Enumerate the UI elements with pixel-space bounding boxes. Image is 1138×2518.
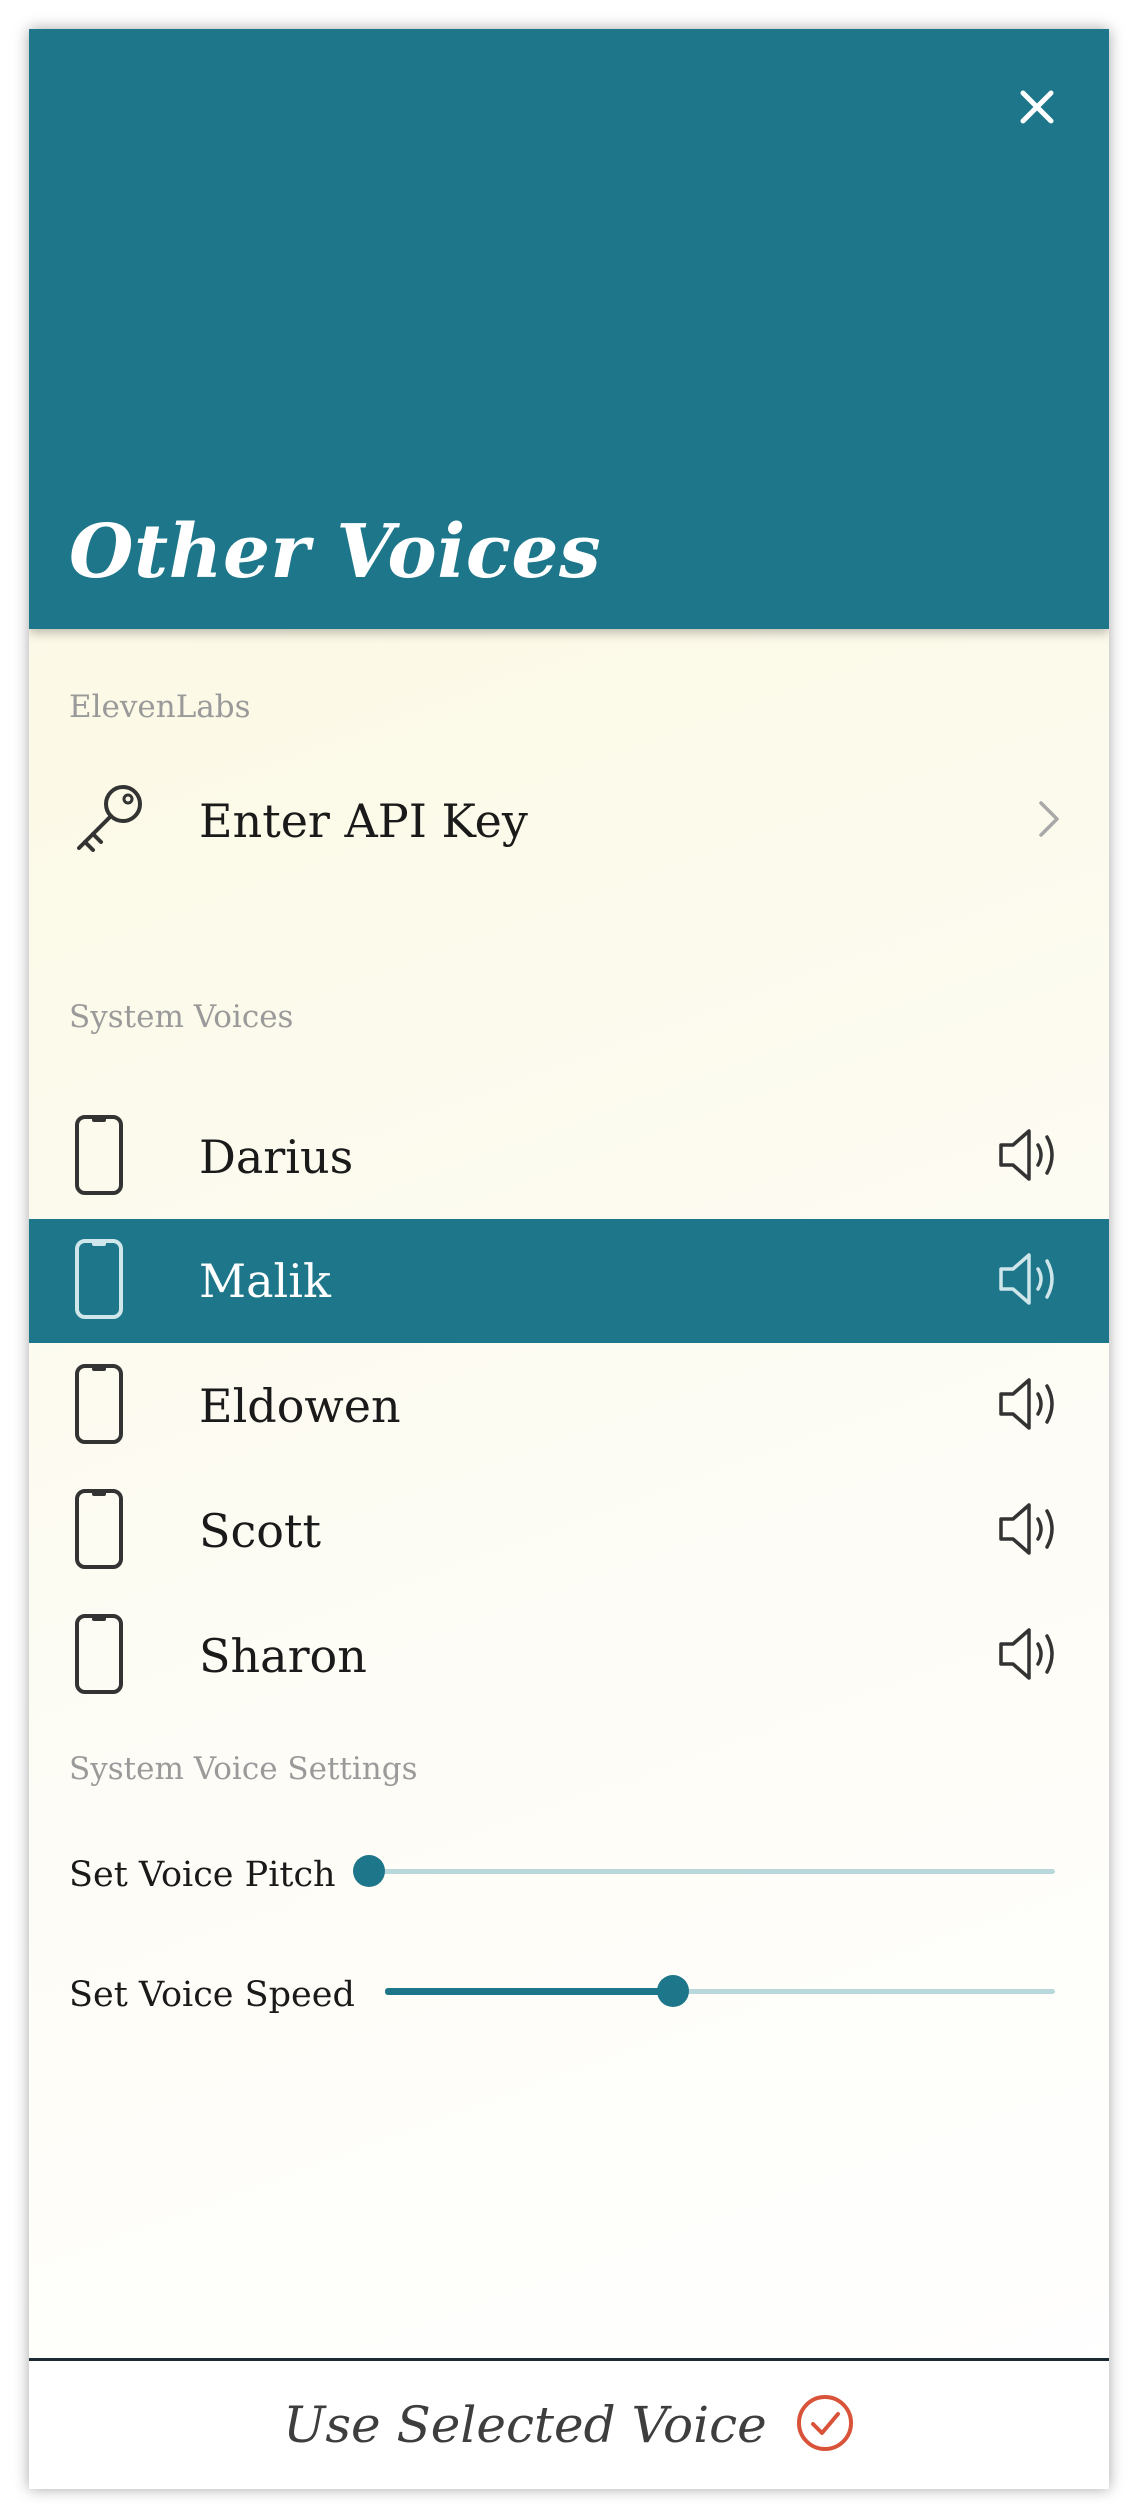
enter-api-key-row[interactable]: Enter API Key	[29, 759, 1109, 883]
speaker-icon[interactable]	[997, 1376, 1061, 1436]
voice-name: Darius	[199, 1130, 354, 1184]
voice-row-malik[interactable]: Malik	[29, 1219, 1109, 1343]
speed-label: Set Voice Speed	[69, 1975, 355, 2015]
chevron-right-icon	[1037, 799, 1061, 843]
phone-icon	[71, 1237, 127, 1325]
voice-name: Malik	[199, 1254, 331, 1308]
speaker-icon[interactable]	[997, 1501, 1061, 1561]
pitch-label: Set Voice Pitch	[69, 1855, 336, 1895]
voice-row-sharon[interactable]: Sharon	[29, 1594, 1109, 1718]
use-selected-voice-label: Use Selected Voice	[283, 2396, 767, 2454]
slider-thumb[interactable]	[657, 1975, 690, 2007]
pitch-slider[interactable]	[353, 1851, 1055, 1891]
phone-icon	[71, 1113, 127, 1201]
speaker-icon[interactable]	[997, 1626, 1061, 1686]
speed-slider[interactable]	[385, 1971, 1055, 2011]
section-label-voice-settings: System Voice Settings	[69, 1751, 418, 1787]
key-icon	[71, 780, 149, 862]
voice-row-eldowen[interactable]: Eldowen	[29, 1344, 1109, 1468]
voice-picker-panel: Other Voices ElevenLabs Enter API Key Sy…	[29, 29, 1109, 2489]
phone-icon	[71, 1487, 127, 1575]
close-icon	[1020, 90, 1054, 124]
voice-name: Scott	[199, 1504, 321, 1558]
speaker-icon[interactable]	[997, 1127, 1061, 1187]
voice-row-scott[interactable]: Scott	[29, 1469, 1109, 1593]
enter-api-key-label: Enter API Key	[199, 794, 528, 848]
section-label-system-voices: System Voices	[69, 999, 294, 1035]
voice-row-darius[interactable]: Darius	[29, 1095, 1109, 1219]
page-title: Other Voices	[69, 509, 602, 595]
slider-track	[369, 1869, 1055, 1874]
voice-name: Eldowen	[199, 1379, 401, 1433]
section-label-elevenlabs: ElevenLabs	[69, 689, 251, 725]
phone-icon	[71, 1612, 127, 1700]
slider-thumb[interactable]	[353, 1855, 385, 1887]
close-button[interactable]	[1007, 77, 1067, 137]
check-circle-icon	[795, 2393, 855, 2457]
phone-icon	[71, 1362, 127, 1450]
header: Other Voices	[29, 29, 1109, 629]
voice-name: Sharon	[199, 1629, 367, 1683]
slider-fill	[385, 1988, 674, 1995]
use-selected-voice-button[interactable]: Use Selected Voice	[29, 2358, 1109, 2489]
speaker-icon[interactable]	[997, 1251, 1061, 1311]
